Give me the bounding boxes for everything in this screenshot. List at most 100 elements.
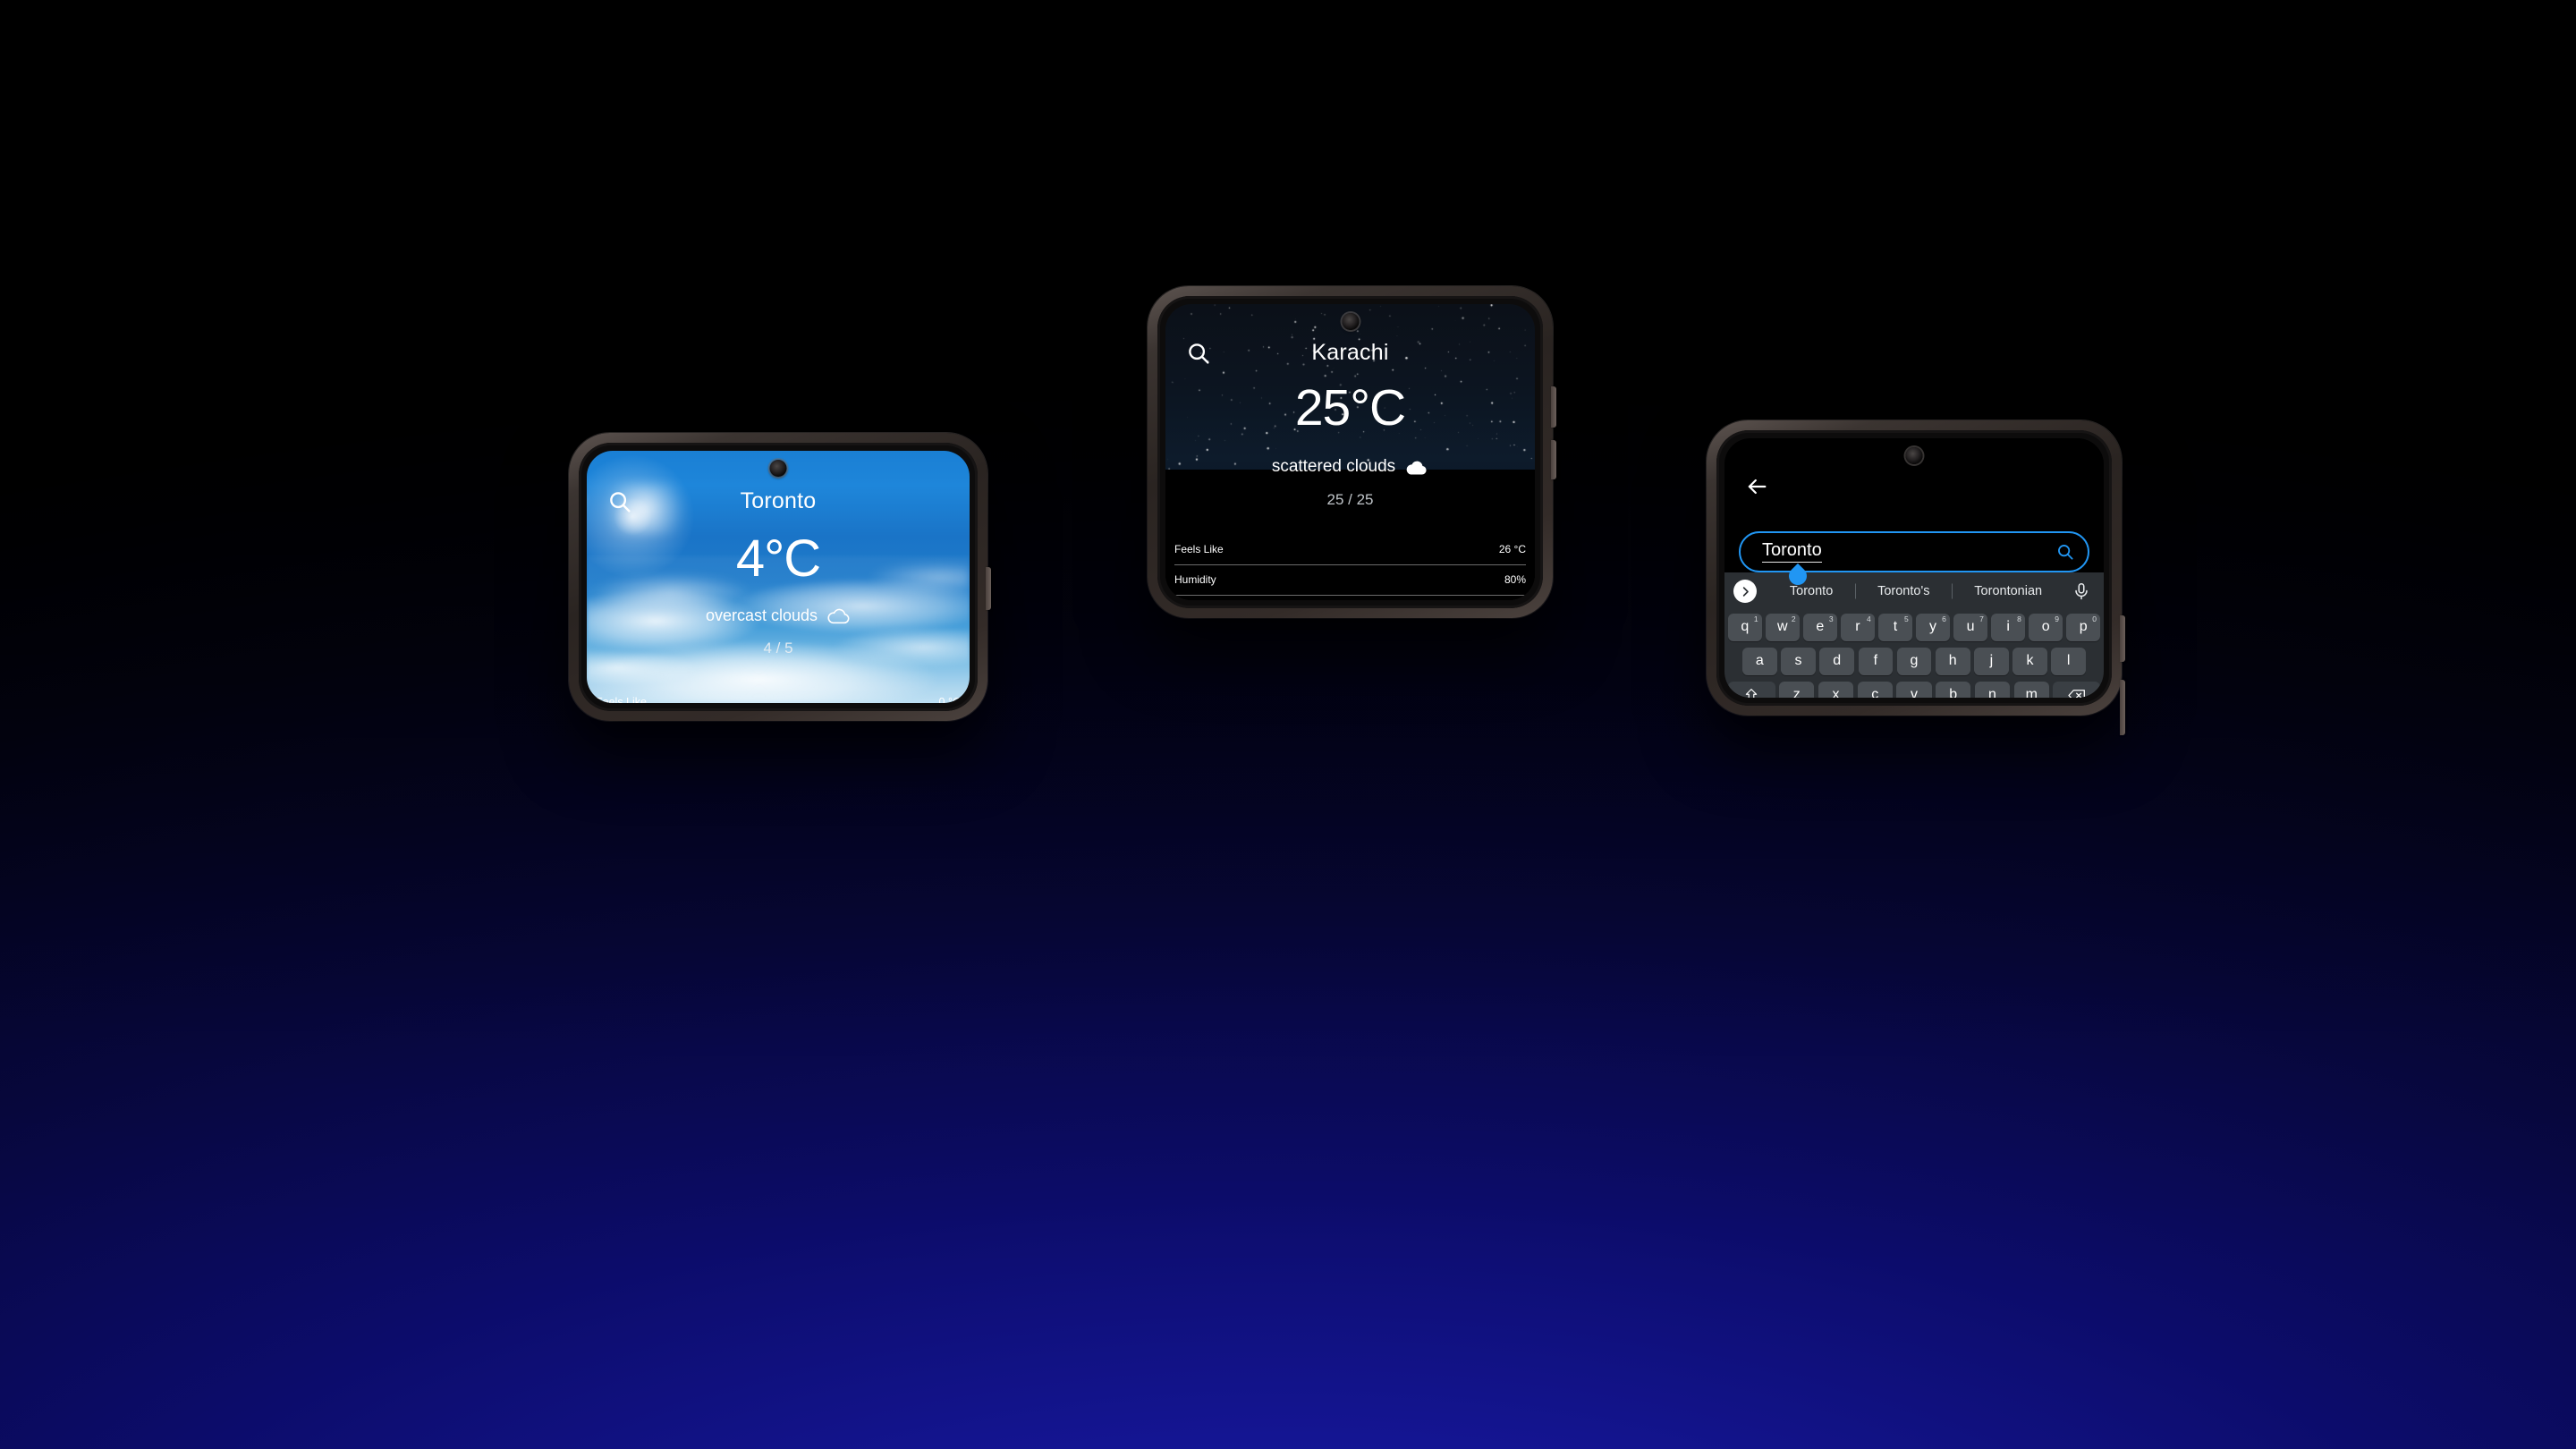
arrow-left-icon[interactable] [1744, 474, 1771, 501]
key-label: v [1911, 687, 1918, 698]
key-k[interactable]: k [2012, 647, 2047, 675]
key-c[interactable]: c [1857, 681, 1893, 698]
weather-description-row: overcast clouds [587, 606, 970, 625]
detail-label: Humidity [1174, 573, 1216, 587]
key-label: t [1893, 619, 1898, 634]
temperature-range: 25 / 25 [1326, 491, 1374, 508]
key-z[interactable]: z [1779, 681, 1815, 698]
on-screen-keyboard: Toronto Toronto's Torontonian 1q 2 w 3 e… [1724, 572, 2104, 698]
weather-detail-list-left: Feels Like 0 °C Humidity 78% Wind Speed … [587, 686, 970, 704]
search-input[interactable]: Toronto [1739, 531, 2089, 572]
key-label: r [1855, 619, 1860, 634]
cloud-outline-icon [826, 607, 851, 624]
key-j[interactable]: j [1974, 647, 2009, 675]
key-r[interactable]: 4r [1841, 613, 1875, 641]
key-d[interactable]: d [1819, 647, 1854, 675]
search-input-value: Toronto [1762, 541, 1822, 563]
detail-value: 0 °C [938, 695, 961, 704]
suggestion-chip[interactable]: Toronto's [1855, 584, 1952, 598]
key-x[interactable]: x [1818, 681, 1854, 698]
table-row: Feels Like 0 °C [596, 686, 961, 704]
key-v[interactable]: v [1896, 681, 1932, 698]
search-screen: Toronto Toronto Toronto's Torontonian 1 … [1724, 438, 2104, 698]
suggestion-chip[interactable]: Toronto [1767, 584, 1855, 598]
keyboard-row-1: 1q 2w 3e 4r 5t 6y 7u 8i 9o 0p [1724, 610, 2104, 644]
city-name: Karachi [1311, 340, 1389, 365]
weather-detail-list-center: Feels Like 26 °C Humidity 80% Wind Speed… [1165, 534, 1535, 600]
power-button[interactable] [2120, 680, 2125, 735]
key-label: j [1989, 653, 1994, 668]
key-label: b [1949, 687, 1958, 698]
phone-screen-left: Toronto 4°C overcast clouds 4 / 5 Feels … [587, 451, 970, 703]
key-h[interactable]: h [1935, 647, 1970, 675]
key-label: p [2079, 619, 2088, 634]
key-e[interactable]: 3e [1803, 613, 1837, 641]
table-row: Humidity 80% [1174, 565, 1526, 596]
key-i[interactable]: 8i [1991, 613, 2025, 641]
search-icon[interactable] [2055, 542, 2075, 562]
weather-description-text: scattered clouds [1271, 457, 1396, 476]
key-b[interactable]: b [1936, 681, 1971, 698]
keyboard-row-2: a s d f g h j k l [1724, 644, 2104, 678]
key-u[interactable]: 7u [1953, 613, 1987, 641]
key-s[interactable]: s [1781, 647, 1816, 675]
volume-button[interactable] [2120, 615, 2125, 662]
key-number: 8 [2017, 614, 2021, 623]
key-number: 9 [2055, 614, 2059, 623]
microphone-icon[interactable] [2072, 581, 2091, 601]
search-icon[interactable] [606, 488, 633, 515]
key-label: e [1816, 619, 1825, 634]
phone-bezel-right: Toronto Toronto Toronto's Torontonian 1 … [1716, 430, 2112, 706]
key-label: w [1777, 619, 1788, 634]
key-number: 6 [1942, 614, 1946, 623]
detail-value: 26 °C [1498, 543, 1526, 556]
power-button[interactable] [1551, 386, 1556, 428]
key-l[interactable]: l [2051, 647, 2087, 675]
key-label: c [1871, 687, 1879, 698]
temperature-value: 25°C [1294, 379, 1406, 436]
key-a[interactable]: a [1741, 647, 1777, 675]
volume-button[interactable] [1551, 440, 1556, 479]
key-q[interactable]: 1q [1728, 613, 1762, 641]
key-n[interactable]: n [1974, 681, 2011, 698]
key-label: s [1794, 653, 1802, 668]
power-button[interactable] [986, 567, 991, 610]
suggestion-chip[interactable]: Torontonian [1952, 584, 2064, 598]
backspace-icon[interactable] [2053, 681, 2100, 698]
key-label: k [2026, 653, 2034, 668]
detail-label: Feels Like [1174, 543, 1224, 556]
key-label: q [1741, 619, 1750, 634]
shift-icon[interactable] [1728, 681, 1775, 698]
key-p[interactable]: 0p [2066, 613, 2100, 641]
key-g[interactable]: g [1896, 647, 1932, 675]
weather-header-left: Toronto 4°C overcast clouds 4 / 5 [587, 451, 970, 657]
phone-bezel-center: Karachi 25°C scattered clouds 25 / 25 Fe… [1157, 296, 1543, 608]
table-row: Feels Like 26 °C [1174, 534, 1526, 565]
key-number: 1 [1753, 614, 1758, 623]
key-label: u [1966, 619, 1975, 634]
chevron-right-icon[interactable] [1733, 580, 1757, 603]
key-label: y [1929, 619, 1937, 634]
search-icon[interactable] [1185, 340, 1212, 367]
key-o[interactable]: 9o [2029, 613, 2063, 641]
key-label: i [2006, 619, 2010, 634]
key-label: m [2025, 687, 2038, 698]
key-number: 7 [1979, 614, 1984, 623]
key-number: 3 [1828, 614, 1834, 623]
phone-device-left: Toronto 4°C overcast clouds 4 / 5 Feels … [569, 433, 991, 721]
temperature-value: 4°C [735, 530, 821, 588]
weather-header-center: Karachi 25°C scattered clouds 25 / 25 [1165, 304, 1535, 509]
key-m[interactable]: m [2013, 681, 2049, 698]
key-number: 0 [2092, 614, 2097, 623]
key-t[interactable]: 5t [1878, 613, 1912, 641]
key-w[interactable]: 2w [1766, 613, 1800, 641]
key-label: h [1948, 653, 1957, 668]
temperature-range: 4 / 5 [763, 640, 793, 657]
key-number: 4 [1866, 614, 1871, 623]
keyboard-suggestion-strip: Toronto Toronto's Torontonian [1724, 572, 2104, 610]
key-label: z [1792, 687, 1801, 698]
phone-device-right: Toronto Toronto Toronto's Torontonian 1 … [1707, 420, 2125, 735]
key-f[interactable]: f [1858, 647, 1894, 675]
cloud-filled-icon [1404, 459, 1428, 476]
key-y[interactable]: 6y [1916, 613, 1950, 641]
